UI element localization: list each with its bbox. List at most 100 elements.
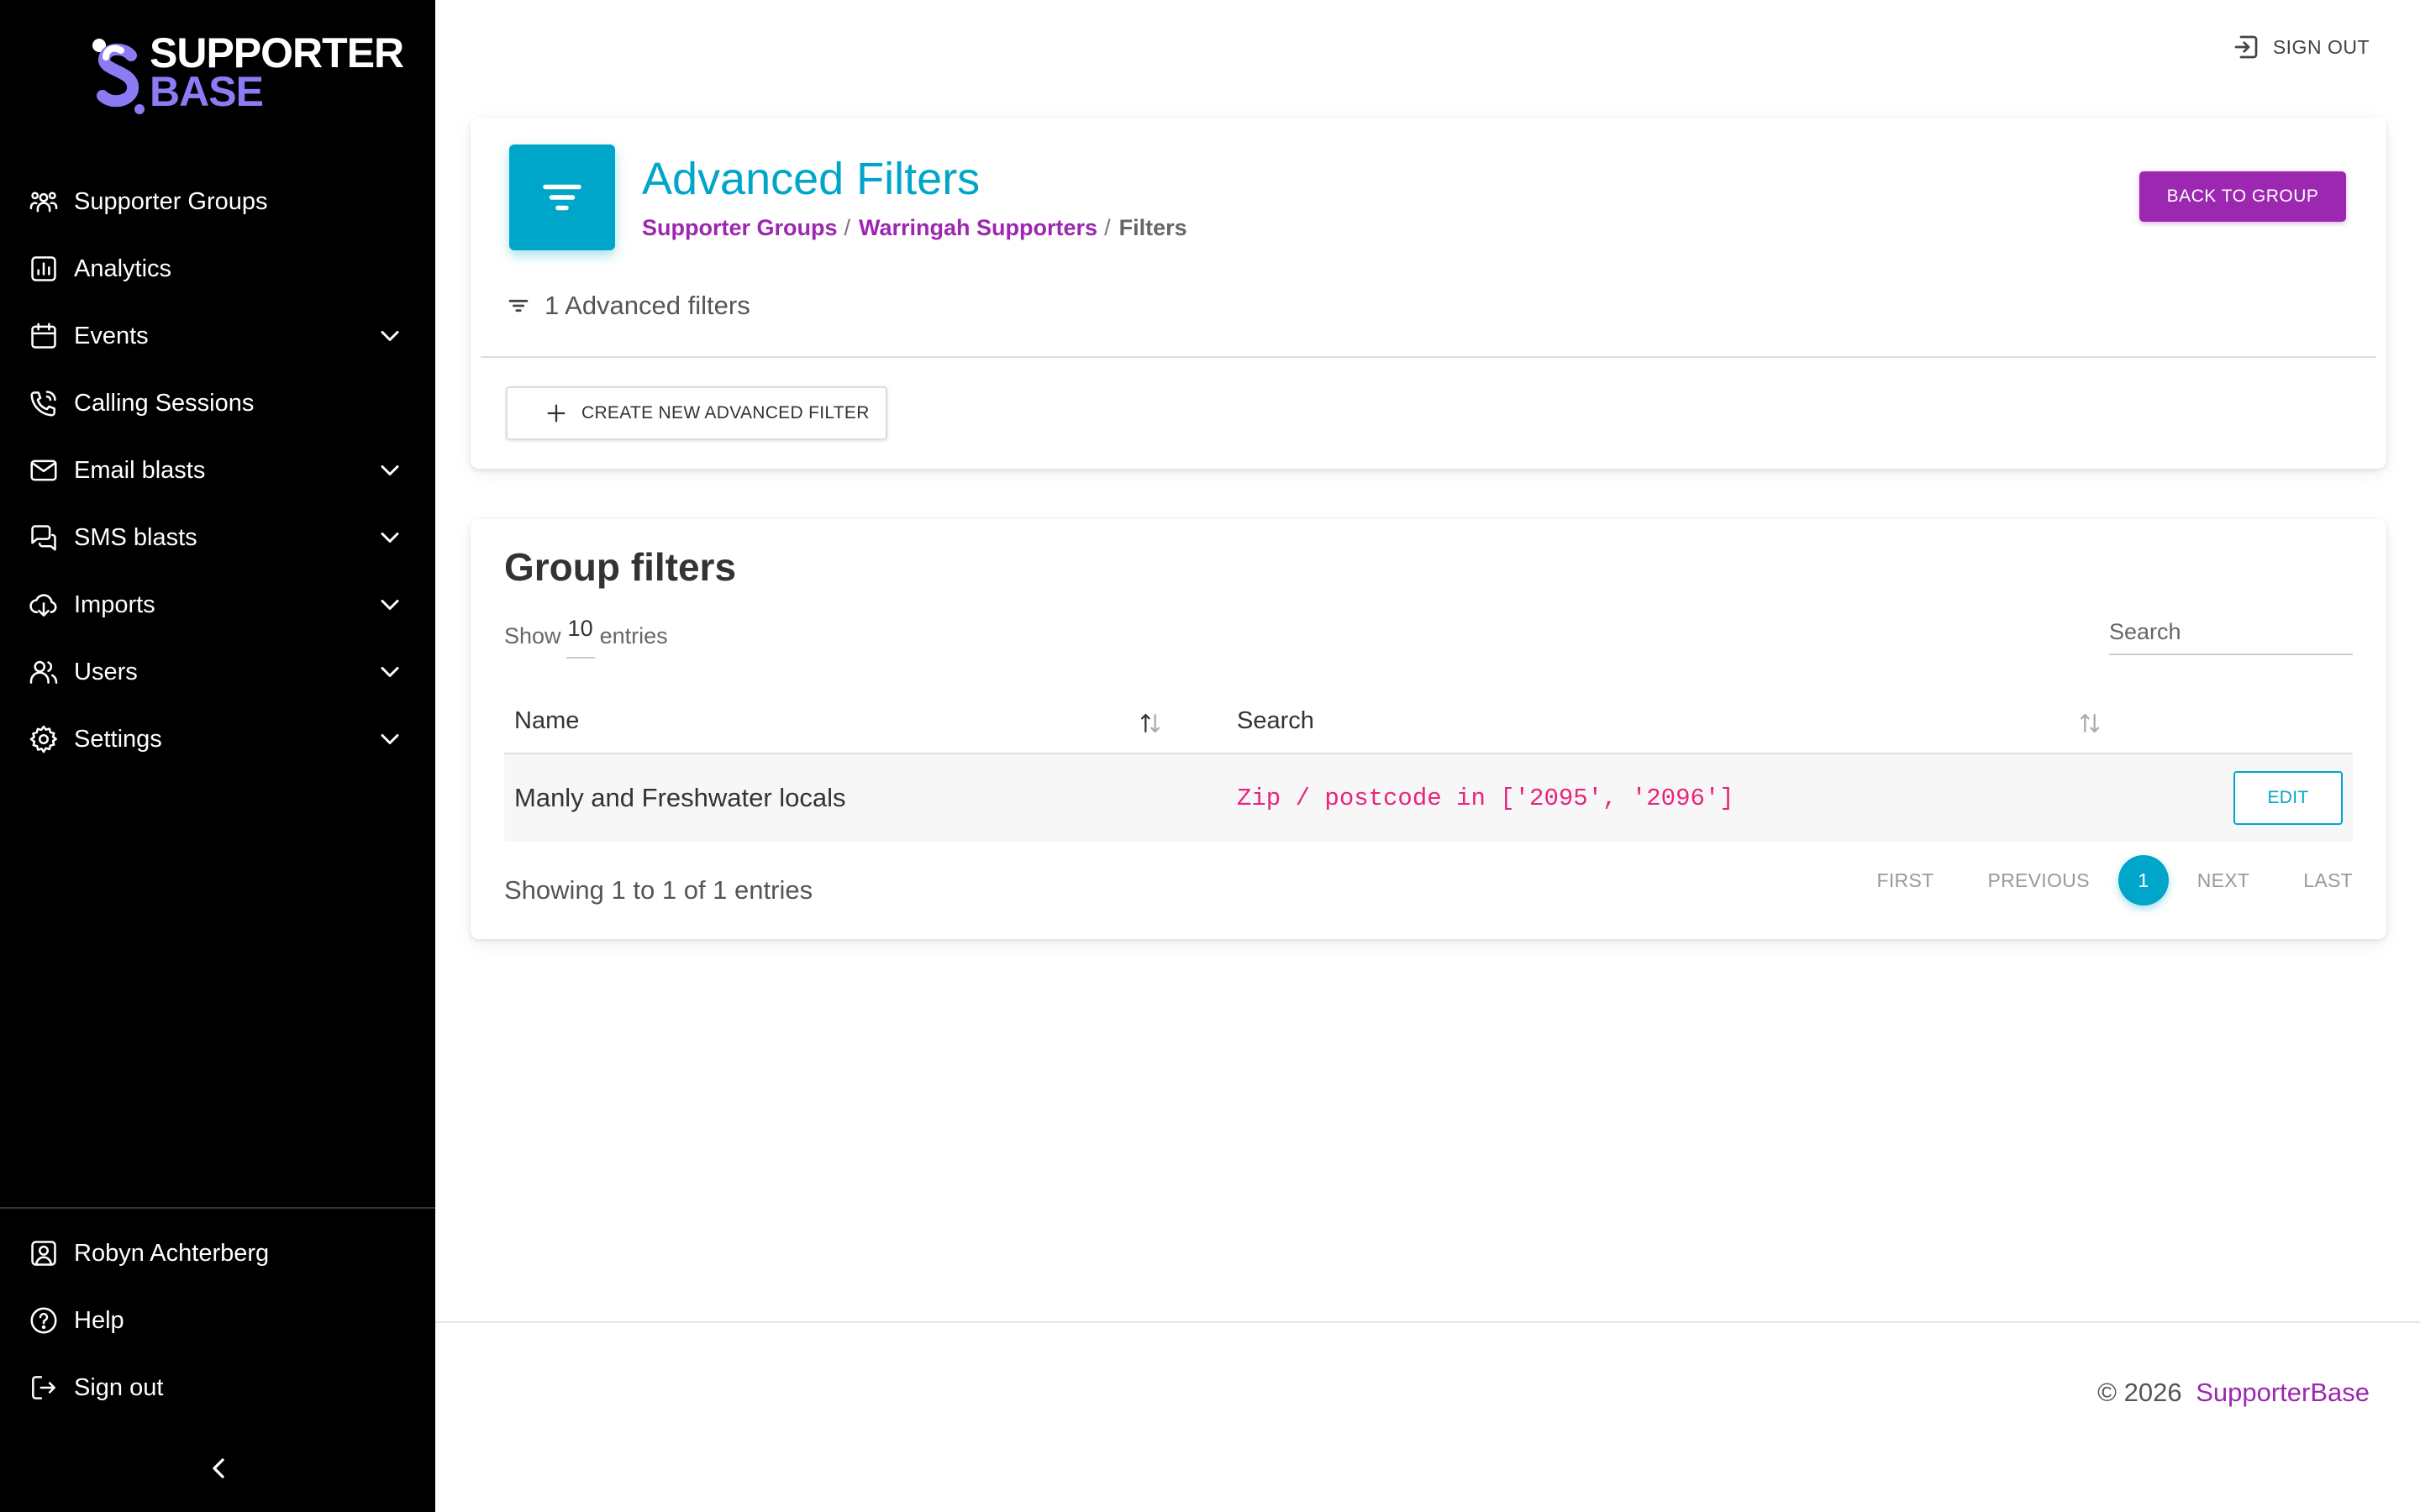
pagination-next[interactable]: NEXT bbox=[2197, 869, 2250, 892]
chevron-down-icon[interactable] bbox=[375, 455, 405, 486]
sidebar-nav: Supporter Groups Analytics Events Callin… bbox=[0, 168, 435, 773]
sidebar-item-events[interactable]: Events bbox=[0, 302, 435, 370]
show-entries-control: Show 10 entries bbox=[504, 613, 668, 659]
breadcrumb-separator: / bbox=[1104, 215, 1111, 240]
plus-icon bbox=[547, 404, 566, 423]
breadcrumb-warringah-supporters[interactable]: Warringah Supporters bbox=[859, 215, 1097, 241]
sidebar: SUPPORTER BASE Supporter Groups Analytic… bbox=[0, 0, 435, 1512]
sidebar-item-help[interactable]: Help bbox=[0, 1287, 435, 1354]
pagination-previous[interactable]: PREVIOUS bbox=[1987, 869, 2089, 892]
edit-button[interactable]: EDIT bbox=[2233, 771, 2343, 825]
advanced-filter-count: 1 Advanced filters bbox=[504, 291, 750, 321]
sidebar-item-users[interactable]: Users bbox=[0, 638, 435, 706]
pagination-last[interactable]: LAST bbox=[2303, 869, 2353, 892]
help-icon bbox=[27, 1304, 60, 1337]
pagination-first[interactable]: FIRST bbox=[1877, 869, 1934, 892]
showing-entries-text: Showing 1 to 1 of 1 entries bbox=[504, 875, 813, 905]
search-input[interactable] bbox=[2109, 612, 2353, 652]
sort-asc-icon[interactable] bbox=[1136, 709, 1165, 738]
table-search bbox=[2109, 612, 2353, 655]
sidebar-divider bbox=[0, 1207, 435, 1209]
sidebar-item-analytics[interactable]: Analytics bbox=[0, 235, 435, 302]
logout-icon bbox=[27, 1371, 60, 1404]
footer-brand-link[interactable]: SupporterBase bbox=[2196, 1378, 2370, 1407]
user-portrait-icon bbox=[27, 1236, 60, 1270]
cloud-download-icon bbox=[27, 588, 60, 622]
column-header-search[interactable]: Search bbox=[1237, 707, 1314, 735]
sidebar-item-calling-sessions[interactable]: Calling Sessions bbox=[0, 370, 435, 437]
entries-label: entries bbox=[599, 622, 668, 648]
sidebar-item-sms-blasts[interactable]: SMS blasts bbox=[0, 504, 435, 571]
chevron-down-icon[interactable] bbox=[375, 657, 405, 687]
sidebar-item-label: Calling Sessions bbox=[74, 389, 255, 417]
logo-line1: SUPPORTER bbox=[150, 29, 404, 76]
filter-count-label: 1 Advanced filters bbox=[544, 291, 750, 320]
logo-line2: BASE bbox=[150, 68, 264, 115]
breadcrumb-separator: / bbox=[844, 215, 851, 240]
column-header-name[interactable]: Name bbox=[514, 707, 579, 735]
chat-icon bbox=[27, 521, 60, 554]
table-row: Manly and Freshwater locals Zip / postco… bbox=[504, 754, 2353, 842]
create-button-label: CREATE NEW ADVANCED FILTER bbox=[581, 403, 870, 423]
sort-both-icon[interactable] bbox=[2075, 709, 2104, 738]
sidebar-item-supporter-groups[interactable]: Supporter Groups bbox=[0, 168, 435, 235]
breadcrumb-supporter-groups[interactable]: Supporter Groups bbox=[642, 215, 838, 241]
sidebar-item-settings[interactable]: Settings bbox=[0, 706, 435, 773]
footer-copyright: © 2026 bbox=[2097, 1378, 2182, 1407]
sidebar-item-label: SMS blasts bbox=[74, 523, 197, 551]
chevron-down-icon[interactable] bbox=[375, 590, 405, 620]
sidebar-item-label: Settings bbox=[74, 725, 162, 753]
analytics-icon bbox=[27, 252, 60, 286]
breadcrumb: Supporter Groups / Warringah Supporters … bbox=[642, 215, 1187, 241]
page-header-icon bbox=[509, 144, 615, 250]
chevron-down-icon[interactable] bbox=[375, 321, 405, 351]
chevron-down-icon[interactable] bbox=[375, 522, 405, 553]
entries-per-page-select[interactable]: 10 bbox=[566, 598, 595, 659]
sidebar-bottom-nav: Robyn Achterberg Help Sign out bbox=[0, 1220, 435, 1421]
pagination-page-current[interactable]: 1 bbox=[2118, 855, 2169, 906]
sidebar-item-sign-out[interactable]: Sign out bbox=[0, 1354, 435, 1421]
sidebar-item-label: Email blasts bbox=[74, 456, 206, 484]
calendar-icon bbox=[27, 319, 60, 353]
page-title: Advanced Filters bbox=[642, 154, 981, 204]
sign-out-icon bbox=[2234, 35, 2258, 59]
advanced-filters-card: Advanced Filters Supporter Groups / Warr… bbox=[471, 118, 2386, 469]
sign-out-label: SIGN OUT bbox=[2272, 35, 2370, 58]
filter-name-cell: Manly and Freshwater locals bbox=[514, 783, 846, 812]
sidebar-item-label: Imports bbox=[74, 591, 155, 618]
create-advanced-filter-button[interactable]: CREATE NEW ADVANCED FILTER bbox=[506, 386, 887, 440]
card-divider bbox=[481, 356, 2376, 358]
breadcrumb-current: Filters bbox=[1118, 215, 1187, 240]
footer: © 2026 SupporterBase bbox=[2097, 1378, 2370, 1408]
groups-icon bbox=[27, 185, 60, 218]
sidebar-item-label: Sign out bbox=[74, 1373, 164, 1401]
back-to-group-button[interactable]: BACK TO GROUP bbox=[2139, 171, 2346, 222]
sidebar-item-email-blasts[interactable]: Email blasts bbox=[0, 437, 435, 504]
collapse-sidebar-icon[interactable] bbox=[202, 1452, 235, 1485]
sidebar-item-profile[interactable]: Robyn Achterberg bbox=[0, 1220, 435, 1287]
chevron-down-icon[interactable] bbox=[375, 724, 405, 754]
section-title: Group filters bbox=[504, 545, 737, 589]
filter-list-icon bbox=[508, 299, 529, 312]
sidebar-item-label: Analytics bbox=[74, 255, 172, 282]
footer-divider bbox=[435, 1321, 2420, 1323]
sidebar-item-label: Supporter Groups bbox=[74, 187, 268, 215]
pagination: FIRST PREVIOUS 1 NEXT LAST bbox=[1877, 855, 2354, 906]
logo-mark-icon bbox=[92, 39, 145, 114]
topbar-sign-out-button[interactable]: SIGN OUT bbox=[2231, 32, 2370, 62]
sidebar-item-label: Users bbox=[74, 658, 138, 685]
show-label: Show bbox=[504, 622, 561, 648]
sidebar-item-label: Events bbox=[74, 322, 149, 349]
filters-table: Name Search Manly and Freshwater locals … bbox=[504, 687, 2353, 842]
sidebar-item-label: Help bbox=[74, 1306, 124, 1334]
app-logo[interactable]: SUPPORTER BASE bbox=[87, 32, 404, 118]
group-filters-card: Group filters Show 10 entries Name Searc… bbox=[471, 519, 2386, 939]
sidebar-item-imports[interactable]: Imports bbox=[0, 571, 435, 638]
sidebar-user-name: Robyn Achterberg bbox=[74, 1239, 270, 1267]
logo-wordmark: SUPPORTER BASE bbox=[150, 29, 404, 115]
filter-search-cell: Zip / postcode in ['2095', '2096'] bbox=[1237, 785, 1734, 812]
users-icon bbox=[27, 655, 60, 689]
phone-icon bbox=[27, 386, 60, 420]
gear-icon bbox=[27, 722, 60, 756]
mail-icon bbox=[27, 454, 60, 487]
